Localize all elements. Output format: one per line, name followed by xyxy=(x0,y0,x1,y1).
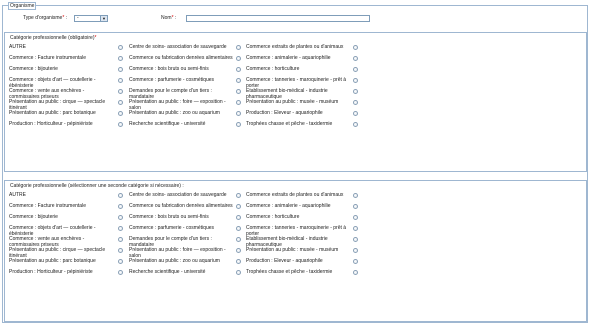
category-label: Centre de soins- association de sauvegar… xyxy=(129,192,227,198)
category-radio[interactable] xyxy=(353,193,358,198)
category-radio[interactable] xyxy=(118,270,123,275)
category-label: Commerce : horticulture xyxy=(246,214,300,220)
category-radio[interactable] xyxy=(236,204,241,209)
nom-label: Nom* : xyxy=(161,15,177,21)
category-label: Commerce extraits de plantes ou d'animau… xyxy=(246,44,344,50)
category-radio[interactable] xyxy=(353,45,358,50)
category-label: Présentation au public : zoo ou aquarium xyxy=(129,258,220,264)
category-radio[interactable] xyxy=(236,100,241,105)
category-radio[interactable] xyxy=(236,89,241,94)
category-radio[interactable] xyxy=(236,237,241,242)
category-radio[interactable] xyxy=(353,270,358,275)
fieldset-legend: Organisme xyxy=(8,2,37,10)
category-radio[interactable] xyxy=(118,259,123,264)
category-radio[interactable] xyxy=(353,226,358,231)
category-radio[interactable] xyxy=(118,45,123,50)
category-radio[interactable] xyxy=(118,89,123,94)
category-label: Commerce : Facture instrumentale xyxy=(9,203,86,209)
category-label: Commerce : horticulture xyxy=(246,66,300,72)
type-organisme-value: - xyxy=(77,15,79,21)
category-radio[interactable] xyxy=(118,248,123,253)
category-radio[interactable] xyxy=(353,122,358,127)
category-label: Présentation au public : musée - muséum xyxy=(246,99,339,105)
category-label: Trophées chasse et pêche - taxidermie xyxy=(246,269,333,275)
category-label: Commerce extraits de plantes ou d'animau… xyxy=(246,192,344,198)
category-label: Production : Horticulteur - pépiniériste xyxy=(9,269,93,275)
category-radio[interactable] xyxy=(118,215,123,220)
category-radio[interactable] xyxy=(118,193,123,198)
type-organisme-label: Type d'organisme* : xyxy=(23,15,68,21)
category-label: Présentation au public : musée - muséum xyxy=(246,247,339,253)
category-radio[interactable] xyxy=(236,259,241,264)
category-label: Commerce : parfumerie - cosmétiques xyxy=(129,225,215,231)
category-label: Commerce : parfumerie - cosmétiques xyxy=(129,77,215,83)
category-section-required: Catégorie professionnelle (obligatoire)*… xyxy=(4,32,587,172)
category-radio[interactable] xyxy=(353,78,358,83)
category-label: Commerce : bijouterie xyxy=(9,66,58,72)
chevron-down-icon[interactable]: ▼ xyxy=(100,16,107,21)
category-label: Commerce : animalerie - aquariophilie xyxy=(246,203,331,209)
category-label: Présentation au public : parc botanique xyxy=(9,258,96,264)
category-label: Présentation au public : parc botanique xyxy=(9,110,96,116)
category-radio[interactable] xyxy=(353,111,358,116)
category-radio[interactable] xyxy=(353,56,358,61)
category-label: Centre de soins- association de sauvegar… xyxy=(129,44,227,50)
type-organisme-select[interactable]: - ▼ xyxy=(74,15,108,22)
category-radio[interactable] xyxy=(353,100,358,105)
section-title: Catégorie professionnelle (sélectionner … xyxy=(10,183,184,189)
category-radio[interactable] xyxy=(236,56,241,61)
category-radio[interactable] xyxy=(236,193,241,198)
category-radio[interactable] xyxy=(118,122,123,127)
category-radio[interactable] xyxy=(353,204,358,209)
category-label: Présentation au public : zoo ou aquarium xyxy=(129,110,220,116)
category-radio[interactable] xyxy=(118,204,123,209)
category-radio[interactable] xyxy=(118,78,123,83)
category-label: AUTRE xyxy=(9,192,26,198)
category-radio[interactable] xyxy=(118,67,123,72)
category-radio[interactable] xyxy=(236,248,241,253)
section-title: Catégorie professionnelle (obligatoire)* xyxy=(10,35,97,41)
category-label: Commerce ou fabrication denrées alimenta… xyxy=(129,203,233,209)
category-radio[interactable] xyxy=(353,67,358,72)
category-label: Commerce : animalerie - aquariophilie xyxy=(246,55,331,61)
category-radio[interactable] xyxy=(118,237,123,242)
category-label: AUTRE xyxy=(9,44,26,50)
category-radio[interactable] xyxy=(236,122,241,127)
nom-input[interactable] xyxy=(186,15,370,22)
category-radio[interactable] xyxy=(118,226,123,231)
category-radio[interactable] xyxy=(236,226,241,231)
category-radio[interactable] xyxy=(236,270,241,275)
category-label: Commerce : bois bruts ou semi-finis xyxy=(129,66,209,72)
category-radio[interactable] xyxy=(353,89,358,94)
category-label: Trophées chasse et pêche - taxidermie xyxy=(246,121,333,127)
category-radio[interactable] xyxy=(353,215,358,220)
category-label: Commerce ou fabrication denrées alimenta… xyxy=(129,55,233,61)
category-label: Production : Horticulteur - pépiniériste xyxy=(9,121,93,127)
category-radio[interactable] xyxy=(353,259,358,264)
category-label: Recherche scientifique - université xyxy=(129,269,206,275)
category-radio[interactable] xyxy=(118,56,123,61)
category-radio[interactable] xyxy=(236,111,241,116)
category-radio[interactable] xyxy=(118,111,123,116)
category-label: Production : Eleveur - aquariophile xyxy=(246,258,323,264)
category-label: Commerce : bijouterie xyxy=(9,214,58,220)
category-label: Commerce : Facture instrumentale xyxy=(9,55,86,61)
category-label: Commerce : bois bruts ou semi-finis xyxy=(129,214,209,220)
category-radio[interactable] xyxy=(236,67,241,72)
category-radio[interactable] xyxy=(118,100,123,105)
category-section-secondary: Catégorie professionnelle (sélectionner … xyxy=(4,180,587,322)
category-label: Production : Eleveur - aquariophile xyxy=(246,110,323,116)
category-label: Recherche scientifique - université xyxy=(129,121,206,127)
category-radio[interactable] xyxy=(353,237,358,242)
category-radio[interactable] xyxy=(236,78,241,83)
category-radio[interactable] xyxy=(236,215,241,220)
category-radio[interactable] xyxy=(236,45,241,50)
category-radio[interactable] xyxy=(353,248,358,253)
